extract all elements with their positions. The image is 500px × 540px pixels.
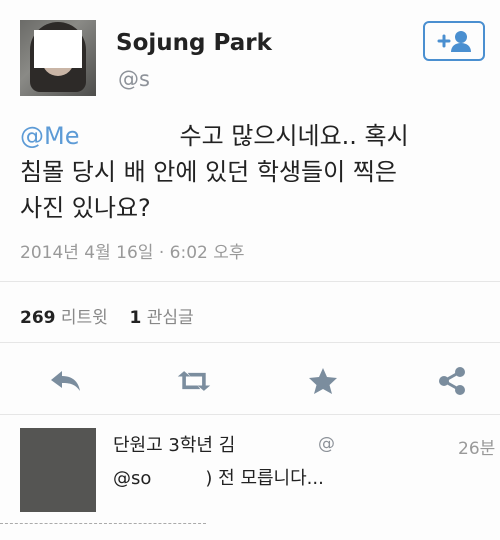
divider bbox=[0, 281, 500, 282]
display-name[interactable]: Sojung Park bbox=[116, 30, 272, 56]
profile-avatar[interactable] bbox=[20, 20, 96, 96]
reply-button[interactable] bbox=[48, 365, 84, 397]
user-handle: @s bbox=[118, 67, 150, 91]
retweet-icon bbox=[177, 371, 211, 391]
retweet-count[interactable]: 269 bbox=[20, 308, 56, 328]
reply-display-name[interactable]: 단원고 3학년 김 bbox=[113, 431, 235, 457]
follow-button[interactable] bbox=[423, 21, 485, 61]
favorite-label[interactable]: 관심글 bbox=[147, 308, 194, 328]
reply-text: @so) 전 모릅니다... bbox=[113, 464, 324, 490]
reply-timestamp: 26분 bbox=[458, 439, 496, 459]
reply-message: 전 모릅니다... bbox=[218, 468, 324, 489]
share-icon bbox=[439, 367, 465, 395]
follow-user-icon bbox=[437, 31, 471, 52]
share-button[interactable] bbox=[434, 365, 470, 397]
reply-mention[interactable]: @so bbox=[113, 468, 151, 489]
favorite-count[interactable]: 1 bbox=[129, 308, 141, 328]
redaction bbox=[79, 124, 179, 144]
divider bbox=[0, 342, 500, 343]
reply-icon bbox=[51, 371, 80, 391]
favorite-icon bbox=[309, 368, 337, 394]
tweet-mention[interactable]: @Me bbox=[20, 122, 79, 150]
retweet-label[interactable]: 리트윗 bbox=[61, 308, 108, 328]
tweet-text: @Me 수고 많으시네요.. 혹시 침몰 당시 배 안에 있던 학생들이 찍은 사… bbox=[20, 118, 490, 226]
tweet-line-2: 침몰 당시 배 안에 있던 학생들이 찍은 bbox=[20, 158, 397, 186]
tweet-timestamp: 2014년 4월 16일 · 6:02 오후 bbox=[20, 243, 245, 263]
reply-avatar[interactable] bbox=[20, 428, 96, 512]
dotted-separator bbox=[0, 523, 206, 524]
tweet-stats: 269 리트윗 1 관심글 bbox=[20, 303, 194, 328]
reply-handle: @ bbox=[318, 434, 335, 454]
divider bbox=[0, 414, 500, 415]
reply-mention-end: ) bbox=[205, 468, 213, 489]
tweet-line-1: 수고 많으시네요.. 혹시 bbox=[179, 122, 409, 150]
retweet-button[interactable] bbox=[176, 365, 212, 397]
tweet-line-3: 사진 있나요? bbox=[20, 194, 151, 222]
favorite-button[interactable] bbox=[305, 365, 341, 397]
